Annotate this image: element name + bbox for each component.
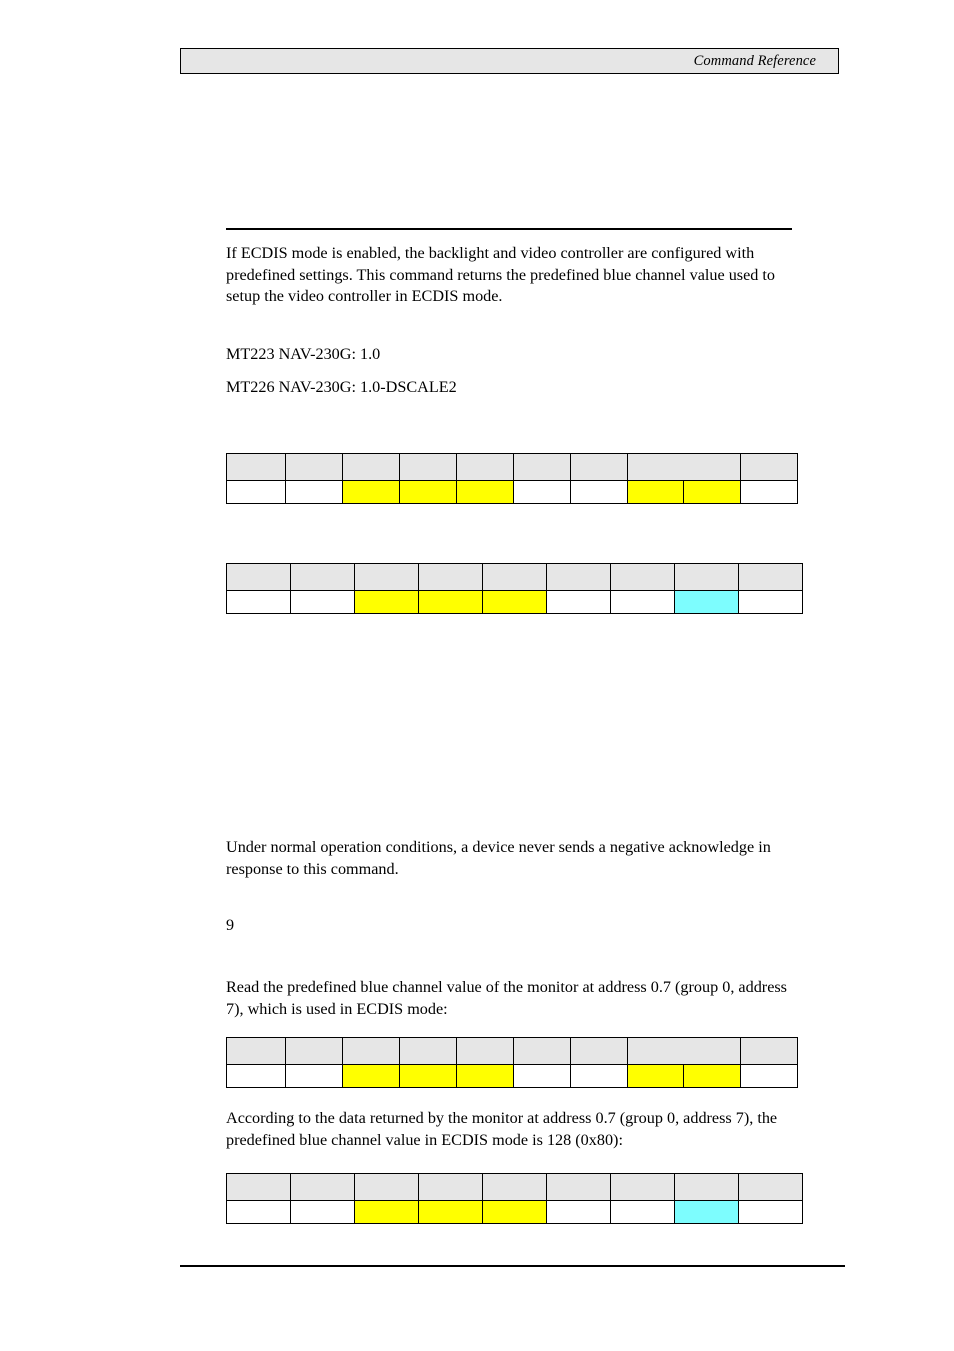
- frame-data-cell: [285, 480, 344, 504]
- frame-data-cell-highlight: [418, 590, 483, 614]
- frame-header-cell: [290, 1173, 355, 1201]
- running-header: Command Reference: [180, 48, 839, 74]
- frame-header-cell: [482, 1173, 547, 1201]
- frame-header-cell-wide: [626, 453, 741, 481]
- section-rule-top: [226, 228, 792, 230]
- frame-data-cell: [739, 1064, 799, 1088]
- frame-header-cell: [569, 1037, 628, 1065]
- request-frame-header-row: [225, 453, 799, 481]
- frame-header-cell: [418, 563, 483, 591]
- frame-header-cell: [674, 563, 739, 591]
- frame-data-cell: [512, 1064, 571, 1088]
- frame-header-cell: [512, 1037, 571, 1065]
- frame-data-cell-highlight: [482, 1200, 547, 1224]
- frame-header-cell: [610, 1173, 675, 1201]
- frame-header-cell: [290, 563, 355, 591]
- frame-data-cell-highlight: [354, 1200, 419, 1224]
- frame-header-cell: [342, 453, 400, 481]
- frame-data-cell-highlight: [399, 1064, 457, 1088]
- frame-data-cell: [569, 1064, 628, 1088]
- version-line-mt223: MT223 NAV-230G: 1.0: [226, 345, 381, 363]
- frame-data-cell-highlight: [626, 1064, 685, 1088]
- frame-data-cell: [738, 1200, 803, 1224]
- frame-data-cell: [290, 590, 355, 614]
- frame-data-cell: [610, 590, 675, 614]
- frame-data-cell: [569, 480, 628, 504]
- frame-data-cell: [290, 1200, 355, 1224]
- example-request-frame-header-row: [225, 1037, 799, 1065]
- frame-header-cell: [738, 1173, 803, 1201]
- frame-data-cell-highlight: [683, 1064, 741, 1088]
- frame-data-cell-highlight: [455, 1064, 514, 1088]
- frame-data-cell: [226, 1200, 291, 1224]
- version-line-mt226: MT226 NAV-230G: 1.0-DSCALE2: [226, 378, 457, 396]
- frame-data-cell: [512, 480, 571, 504]
- frame-header-cell: [455, 453, 514, 481]
- frame-data-cell-highlight: [342, 480, 400, 504]
- frame-data-cell: [285, 1064, 344, 1088]
- frame-header-cell: [225, 1037, 287, 1065]
- frame-data-cell: [739, 480, 799, 504]
- example-response-frame-header-row: [226, 1173, 803, 1201]
- frame-data-cell: [225, 480, 287, 504]
- frame-data-cell: [546, 1200, 611, 1224]
- frame-header-cell: [225, 453, 287, 481]
- frame-header-cell: [546, 563, 611, 591]
- frame-header-cell: [354, 1173, 419, 1201]
- frame-header-cell: [512, 453, 571, 481]
- frame-data-cell: [226, 590, 291, 614]
- frame-data-cell-highlight: [418, 1200, 483, 1224]
- frame-data-cell-highlight: [482, 590, 547, 614]
- frame-data-cell-value: [674, 1200, 739, 1224]
- negative-acknowledge-paragraph: Under normal operation conditions, a dev…: [226, 838, 771, 878]
- frame-header-cell: [739, 453, 799, 481]
- request-frame-data-row: [225, 480, 799, 504]
- response-frame-data-row: [226, 590, 803, 614]
- frame-header-cell: [418, 1173, 483, 1201]
- frame-data-cell-highlight: [626, 480, 685, 504]
- response-frame-table: [226, 563, 803, 614]
- frame-header-cell: [226, 563, 291, 591]
- example-request-paragraph: Read the predefined blue channel value o…: [226, 978, 787, 1018]
- frame-header-cell: [482, 563, 547, 591]
- frame-header-cell: [455, 1037, 514, 1065]
- example-response-paragraph: According to the data returned by the mo…: [226, 1109, 778, 1149]
- frame-data-cell-highlight: [354, 590, 419, 614]
- frame-header-cell: [399, 1037, 457, 1065]
- frame-data-cell: [225, 1064, 287, 1088]
- frame-data-cell-highlight: [342, 1064, 400, 1088]
- frame-data-cell-value: [674, 590, 739, 614]
- frame-header-cell: [342, 1037, 400, 1065]
- frame-header-cell: [674, 1173, 739, 1201]
- example-response-frame-data-row: [226, 1200, 803, 1224]
- frame-header-cell: [399, 453, 457, 481]
- frame-header-cell: [569, 453, 628, 481]
- frame-header-cell: [285, 1037, 344, 1065]
- description-paragraph: If ECDIS mode is enabled, the backlight …: [226, 244, 776, 305]
- count-value: 9: [226, 916, 235, 934]
- example-request-frame-table: [225, 1037, 799, 1088]
- frame-data-cell-highlight: [399, 480, 457, 504]
- frame-header-cell: [610, 563, 675, 591]
- frame-data-cell-highlight: [683, 480, 741, 504]
- frame-data-cell: [738, 590, 803, 614]
- frame-data-cell: [546, 590, 611, 614]
- frame-header-cell: [739, 1037, 799, 1065]
- frame-header-cell-wide: [626, 1037, 741, 1065]
- running-header-title: Command Reference: [693, 52, 816, 69]
- frame-header-cell: [354, 563, 419, 591]
- frame-data-cell-highlight: [455, 480, 514, 504]
- frame-header-cell: [285, 453, 344, 481]
- frame-header-cell: [546, 1173, 611, 1201]
- response-frame-header-row: [226, 563, 803, 591]
- request-frame-table: [225, 453, 799, 504]
- example-response-frame-table: [226, 1173, 803, 1224]
- example-request-frame-data-row: [225, 1064, 799, 1088]
- frame-data-cell: [610, 1200, 675, 1224]
- page-footer-rule: [180, 1265, 845, 1267]
- frame-header-cell: [226, 1173, 291, 1201]
- frame-header-cell: [738, 563, 803, 591]
